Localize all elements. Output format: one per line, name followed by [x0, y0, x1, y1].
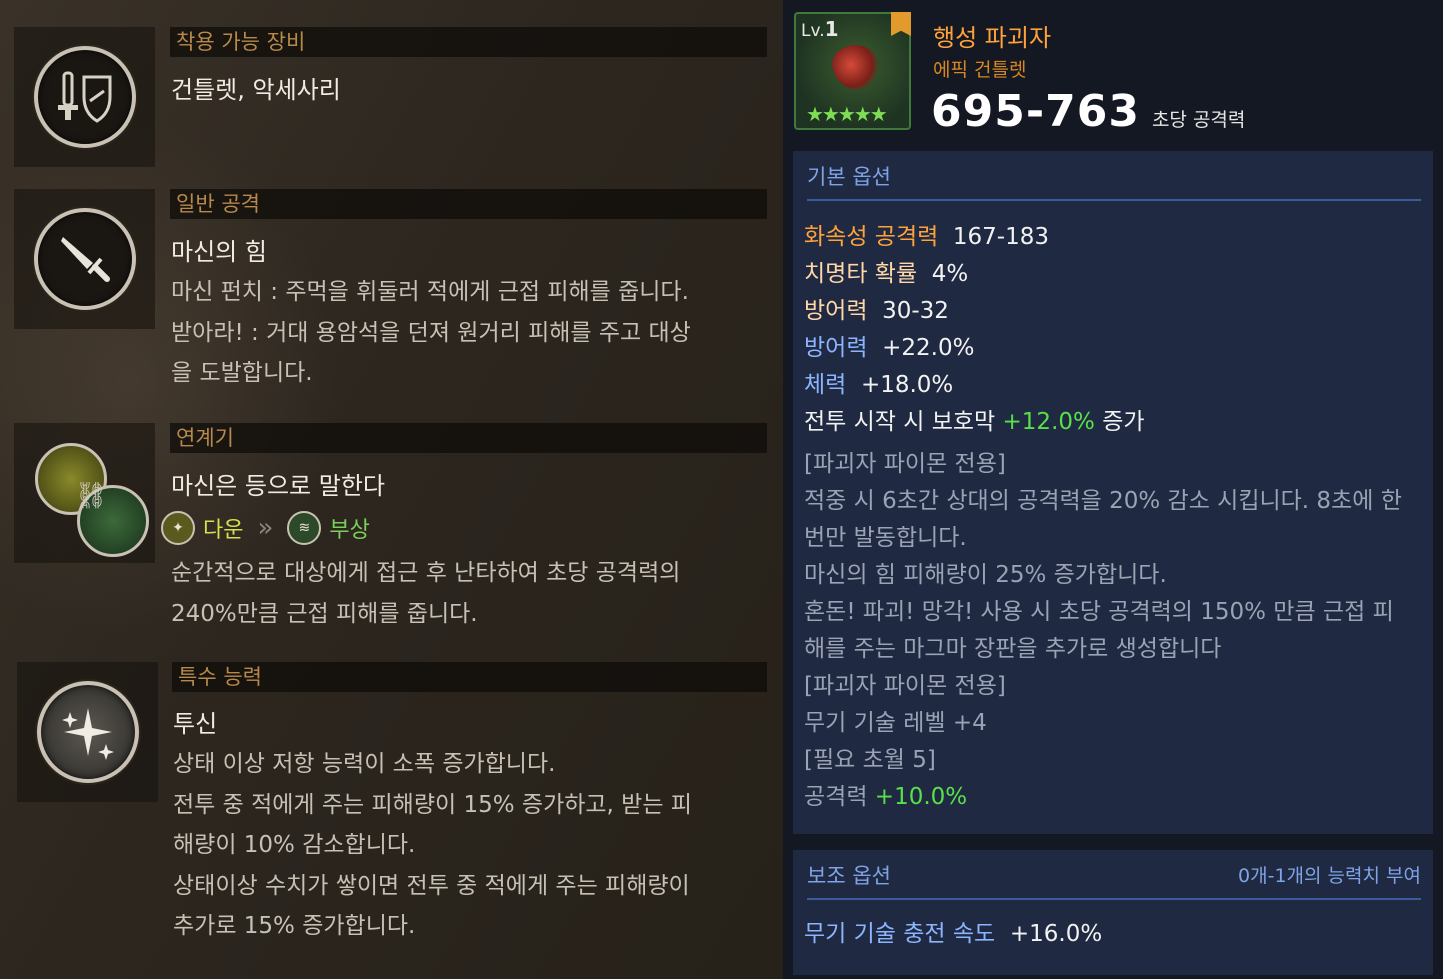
combo-icon-group: ⛓ — [25, 433, 149, 557]
note-line: 번만 발동합니다. — [804, 525, 967, 551]
item-tooltip: Lv.1 ★★★★★ 행성 파괴자 에픽 건틀렛 695-763 초당 공격력 … — [783, 0, 1443, 979]
level-value: 1 — [824, 17, 839, 41]
attack-row: 695-763 초당 공격력 — [931, 86, 1245, 137]
stat-attack-pct: 공격력 +10.0% — [804, 777, 967, 811]
stat-value: 4% — [931, 261, 969, 287]
stat-value: +18.0% — [860, 372, 954, 398]
stat-key: 치명타 확률 — [804, 261, 918, 287]
skill-panel: 착용 가능 장비 건틀렛, 악세사리 일반 공격 마신의 힘 마신 펀치 : 주… — [0, 0, 783, 979]
dagger-icon — [33, 208, 136, 310]
stat-value: +16.0% — [1009, 921, 1103, 947]
item-level: Lv.1 — [801, 17, 839, 41]
section-header-special: 특수 능력 — [172, 662, 767, 692]
stat-key: 무기 기술 충전 속도 — [804, 921, 996, 947]
stat-hp: 체력 +18.0% — [804, 365, 953, 399]
stat-fire-attack: 화속성 공격력 167-183 — [804, 217, 1049, 251]
combo-title: 마신은 등으로 말한다 — [171, 472, 385, 500]
note-line: [파괴자 파이몬 전용] — [804, 451, 1006, 477]
basic-options-panel: 기본 옵션 화속성 공격력 167-183 치명타 확률 4% 방어력 30-3… — [793, 151, 1433, 834]
normal-attack-desc: 마신 펀치 : 주먹을 휘둘러 적에게 근접 피해를 줍니다. 받아라! : 거… — [171, 272, 761, 394]
equipment-types: 건틀렛, 악세사리 — [171, 76, 341, 104]
desc-line: 상태 이상 저항 능력이 소폭 증가합니다. — [173, 751, 556, 777]
stat-crit: 치명타 확률 4% — [804, 254, 968, 288]
wound-mini-icon: ≋ — [287, 511, 322, 545]
combo-second: 부상 — [329, 518, 370, 543]
normal-attack-icon-box — [14, 189, 155, 329]
stat-defense: 방어력 30-32 — [804, 291, 949, 325]
normal-attack-title: 마신의 힘 — [171, 238, 267, 266]
gauntlet-icon — [826, 36, 888, 98]
basic-options-title: 기본 옵션 — [807, 165, 891, 189]
down-mini-icon: ✦ — [161, 511, 195, 545]
equipment-icon-box — [14, 27, 155, 167]
item-name: 행성 파괴자 — [933, 24, 1052, 52]
shield-value: +12.0% — [1002, 409, 1095, 435]
special-title: 투신 — [173, 710, 218, 738]
level-prefix: Lv. — [801, 21, 825, 41]
desc-line: 받아라! : 거대 용암석을 던져 원거리 피해를 주고 대상 — [171, 319, 691, 346]
attack-value: 695-763 — [931, 86, 1140, 137]
shield-text: 전투 시작 시 보호막 — [804, 409, 996, 435]
stat-defense-pct: 방어력 +22.0% — [804, 328, 974, 362]
chain-link-icon: ⛓ — [74, 481, 108, 511]
note-line: 해를 주는 마그마 장판을 추가로 생성합니다 — [804, 636, 1222, 662]
desc-line: 순간적으로 대상에게 접근 후 난타하여 초당 공격력의 — [171, 560, 681, 586]
aux-options-header: 보조 옵션 0개-1개의 능력치 부여 — [807, 856, 1421, 900]
basic-options-header: 기본 옵션 — [807, 157, 1421, 201]
bookmark-icon[interactable] — [891, 12, 911, 36]
note-line: 적중 시 6초간 상대의 공격력을 20% 감소 시킵니다. 8초에 한 — [804, 488, 1402, 514]
attack-label: 초당 공격력 — [1151, 109, 1246, 131]
special-ability-icon-box — [17, 662, 158, 802]
combo-icon-box: ⛓ — [14, 423, 155, 563]
stat-key: 방어력 — [804, 335, 868, 361]
stat-value: +22.0% — [882, 335, 975, 361]
desc-line: 마신 펀치 : 주먹을 휘둘러 적에게 근접 피해를 줍니다. — [171, 279, 689, 305]
section-header-equipment: 착용 가능 장비 — [170, 27, 767, 57]
special-desc: 상태 이상 저항 능력이 소폭 증가합니다. 전투 중 적에게 주는 피해량이 … — [173, 744, 763, 947]
sword-shield-icon — [33, 46, 136, 148]
double-chevron-icon: » — [257, 513, 274, 543]
desc-line: 을 도발합니다. — [171, 360, 313, 386]
stat-key: 화속성 공격력 — [804, 224, 939, 250]
section-header-normal-attack: 일반 공격 — [170, 189, 767, 219]
note-line: 무기 기술 레벨 +4 — [804, 710, 987, 736]
stat-weapon-charge: 무기 기술 충전 속도 +16.0% — [804, 914, 1102, 948]
item-slot[interactable]: Lv.1 ★★★★★ — [794, 12, 911, 130]
stat-value: +10.0% — [874, 784, 968, 810]
stat-key: 체력 — [804, 372, 847, 398]
combo-desc: 순간적으로 대상에게 접근 후 난타하여 초당 공격력의 240%만큼 근접 피… — [171, 553, 761, 634]
sparkle-icon — [36, 681, 139, 783]
item-type: 에픽 건틀렛 — [933, 59, 1027, 81]
note-line: [파괴자 파이몬 전용] — [804, 673, 1006, 699]
stat-key: 공격력 — [804, 784, 868, 810]
stat-shield: 전투 시작 시 보호막 +12.0% 증가 — [804, 402, 1145, 436]
stat-value: 167-183 — [952, 224, 1050, 250]
stat-value: 30-32 — [882, 298, 949, 324]
note-line: [필요 초월 5] — [804, 747, 936, 773]
aux-options-title: 보조 옵션 — [807, 864, 891, 888]
desc-line: 해량이 10% 감소합니다. — [173, 832, 416, 858]
combo-first: 다운 — [203, 518, 244, 543]
star-rating: ★★★★★ — [806, 102, 888, 126]
section-header-combo: 연계기 — [170, 423, 767, 453]
stat-key: 방어력 — [804, 298, 868, 324]
desc-line: 전투 중 적에게 주는 피해량이 15% 증가하고, 받는 피 — [173, 791, 692, 818]
combo-chain: ✦ 다운 » ≋ 부상 — [161, 511, 370, 545]
shield-suffix: 증가 — [1102, 409, 1145, 435]
note-line: 혼돈! 파괴! 망각! 사용 시 초당 공격력의 150% 만큼 근접 피 — [804, 599, 1394, 625]
desc-line: 추가로 15% 증가합니다. — [173, 913, 416, 939]
aux-options-note: 0개-1개의 능력치 부여 — [1238, 865, 1421, 887]
desc-line: 240%만큼 근접 피해를 줍니다. — [171, 600, 478, 627]
aux-options-panel: 보조 옵션 0개-1개의 능력치 부여 무기 기술 충전 속도 +16.0% — [793, 850, 1433, 975]
note-line: 마신의 힘 피해량이 25% 증가합니다. — [804, 562, 1167, 588]
desc-line: 상태이상 수치가 쌓이면 전투 중 적에게 주는 피해량이 — [173, 872, 690, 899]
